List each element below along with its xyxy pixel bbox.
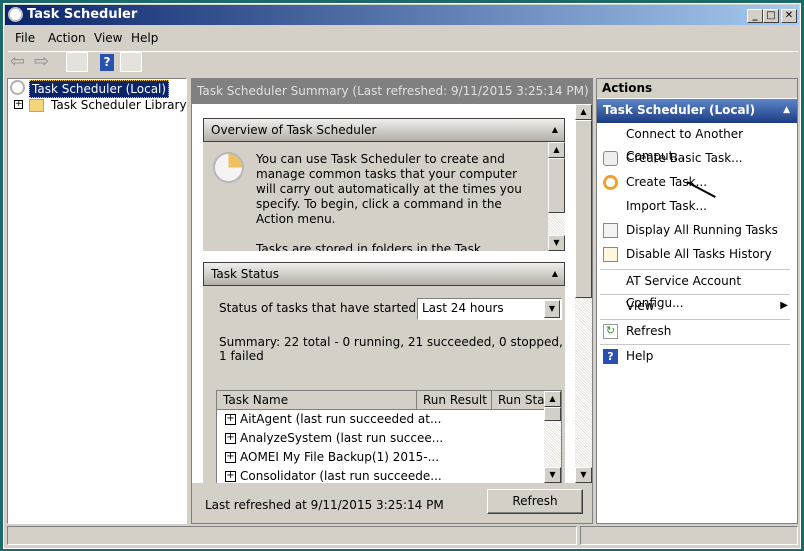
summary-content: Overview of Task Scheduler ▲ You can use… <box>192 104 575 483</box>
status-period-select[interactable]: Last 24 hours ▼ <box>417 298 562 320</box>
table-row[interactable]: + AitAgent (last run succeeded at... <box>219 410 441 429</box>
table-scrollbar[interactable]: ▲ ▼ <box>544 391 561 483</box>
status-bar <box>7 526 798 545</box>
action-display-running-tasks[interactable]: Display All Running Tasks <box>597 219 793 243</box>
action-label: Disable All Tasks History <box>626 247 772 261</box>
show-hide-console-tree-icon[interactable] <box>66 52 88 72</box>
selected-value: Last 24 hours <box>422 301 504 315</box>
help-icon: ? <box>603 349 618 364</box>
task-name: AOMEI My File Backup(1) 2015-... <box>240 450 440 464</box>
overview-body: You can use Task Scheduler to create and… <box>203 142 565 251</box>
group-title: Task Scheduler (Local) <box>603 103 756 117</box>
expand-icon[interactable]: + <box>225 433 236 444</box>
table-row[interactable]: + Consolidator (last run succeede... <box>219 467 442 483</box>
action-label: Refresh <box>626 324 672 338</box>
show-hide-action-pane-icon[interactable] <box>120 52 142 72</box>
status-bar-panel <box>580 526 798 545</box>
summary-footer: Last refreshed at 9/11/2015 3:25:14 PM R… <box>192 483 592 523</box>
overview-paragraph-1: You can use Task Scheduler to create and… <box>256 152 522 226</box>
toolbar: ⇦ ⇨ ? <box>8 51 798 73</box>
task-name: AitAgent (last run succeeded at... <box>240 412 442 426</box>
task-status-body: Status of tasks that have started in... … <box>203 286 565 483</box>
collapse-icon[interactable]: ▲ <box>552 263 558 285</box>
task-status-title: Task Status <box>211 267 279 281</box>
action-label: Create Basic Task... <box>626 151 743 165</box>
last-refreshed-text: Last refreshed at 9/11/2015 3:25:14 PM <box>205 498 444 512</box>
column-header-task-name[interactable]: Task Name <box>217 391 417 410</box>
create-basic-task-icon <box>603 151 618 166</box>
help-icon[interactable]: ? <box>100 54 114 71</box>
console-tree: Task Scheduler (Local) + Task Scheduler … <box>7 78 187 524</box>
expand-icon[interactable]: + <box>225 414 236 425</box>
clock-icon <box>8 7 23 22</box>
running-tasks-icon <box>603 223 618 238</box>
back-icon[interactable]: ⇦ <box>10 52 32 72</box>
action-label: View <box>626 299 655 313</box>
summary-scrollbar[interactable]: ▲ ▼ <box>575 104 592 483</box>
maximize-button[interactable]: □ <box>763 9 779 23</box>
refresh-button[interactable]: Refresh <box>487 489 583 514</box>
actions-group-header[interactable]: Task Scheduler (Local) ▲ <box>597 99 797 123</box>
window-title: Task Scheduler <box>27 7 138 22</box>
history-icon <box>603 247 618 262</box>
menu-view[interactable]: View <box>94 29 122 47</box>
collapse-icon[interactable]: ▲ <box>552 119 558 141</box>
task-name: Consolidator (last run succeede... <box>240 469 442 483</box>
column-header-run-result[interactable]: Run Result <box>417 391 492 410</box>
action-connect[interactable]: Connect to Another Comput... <box>597 123 793 163</box>
expand-icon[interactable]: + <box>225 452 236 463</box>
overview-section-header[interactable]: Overview of Task Scheduler ▲ <box>203 118 565 142</box>
create-task-icon <box>603 175 618 190</box>
overview-title: Overview of Task Scheduler <box>211 123 377 137</box>
title-bar: Task Scheduler _ □ ✕ <box>5 5 799 25</box>
overview-scrollbar[interactable]: ▲ ▼ <box>548 142 565 251</box>
table-row[interactable]: + AOMEI My File Backup(1) 2015-... <box>219 448 439 467</box>
action-view[interactable]: View ▶ <box>597 295 793 319</box>
minimize-button[interactable]: _ <box>747 9 763 23</box>
action-at-service-account[interactable]: AT Service Account Configu... <box>597 270 793 310</box>
status-summary: Summary: 22 total - 0 running, 21 succee… <box>219 335 563 363</box>
status-bar-panel <box>7 526 577 545</box>
action-refresh[interactable]: ↻ Refresh <box>597 320 793 344</box>
action-import-task[interactable]: Import Task... <box>597 195 793 219</box>
folder-clock-icon <box>29 99 44 112</box>
task-status-section-header[interactable]: Task Status ▲ <box>203 262 565 286</box>
action-label: Help <box>626 349 654 363</box>
action-create-task[interactable]: Create Task... <box>597 171 793 198</box>
clock-icon <box>213 152 244 183</box>
table-row[interactable]: + AnalyzeSystem (last run succee... <box>219 429 443 448</box>
action-disable-history[interactable]: Disable All Tasks History <box>597 243 793 267</box>
collapse-icon[interactable]: ▲ <box>783 99 790 122</box>
expand-icon[interactable]: + <box>225 471 236 482</box>
refresh-icon: ↻ <box>603 324 618 339</box>
task-name: AnalyzeSystem (last run succee... <box>240 431 444 445</box>
action-label: Import Task... <box>626 199 707 213</box>
tree-label: Task Scheduler Library <box>51 98 187 112</box>
menu-help[interactable]: Help <box>131 29 158 47</box>
column-header-run-start[interactable]: Run Star <box>492 391 545 410</box>
tree-label: Task Scheduler (Local) <box>29 80 170 98</box>
overview-text: You can use Task Scheduler to create and… <box>256 152 536 251</box>
summary-header: Task Scheduler Summary (Last refreshed: … <box>192 79 592 104</box>
overview-paragraph-2: Tasks are stored in folders in the Task … <box>256 242 481 251</box>
forward-icon[interactable]: ⇨ <box>34 52 56 72</box>
center-pane: Task Scheduler Summary (Last refreshed: … <box>191 78 593 524</box>
menu-bar: File Action View Help <box>4 29 800 47</box>
menu-action[interactable]: Action <box>48 29 86 47</box>
task-scheduler-window: Task Scheduler _ □ ✕ File Action View He… <box>3 3 801 549</box>
action-help[interactable]: ? Help <box>597 345 793 369</box>
submenu-arrow-icon: ▶ <box>780 300 788 311</box>
action-label: Display All Running Tasks <box>626 223 778 237</box>
actions-pane: Actions Task Scheduler (Local) ▲ Connect… <box>596 78 798 524</box>
close-button[interactable]: ✕ <box>781 9 797 23</box>
menu-file[interactable]: File <box>15 29 35 47</box>
actions-header: Actions <box>597 79 797 98</box>
task-table: Task Name Run Result Run Star + AitAgent … <box>216 390 562 483</box>
dropdown-arrow-icon[interactable]: ▼ <box>544 300 560 318</box>
status-filter-label: Status of tasks that have started in... <box>219 301 443 315</box>
clock-icon <box>10 80 25 95</box>
expand-icon[interactable]: + <box>14 100 23 109</box>
action-create-basic-task[interactable]: Create Basic Task... <box>597 147 793 171</box>
